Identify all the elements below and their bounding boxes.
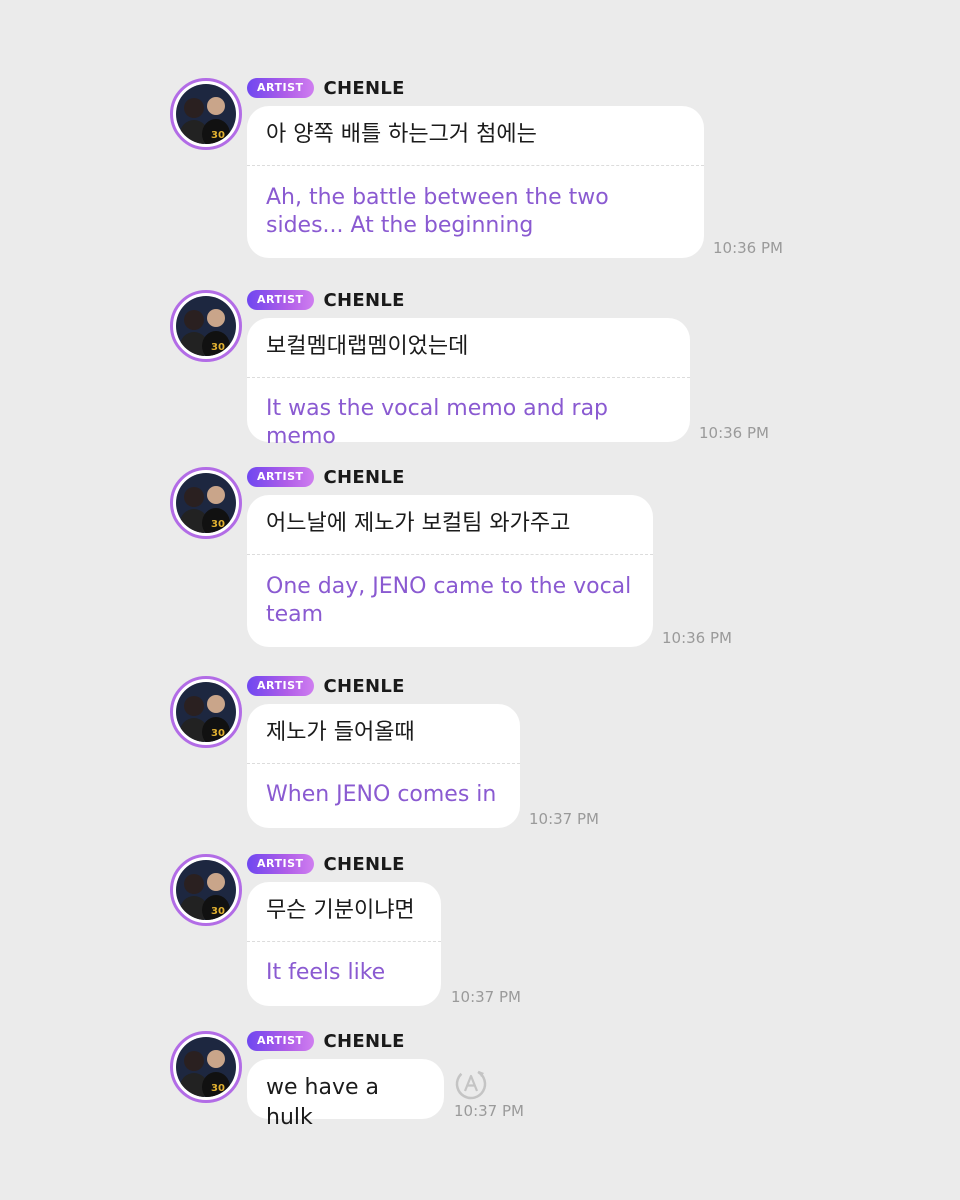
original-text: 아 양쪽 배틀 하는그거 첨에는	[266, 122, 537, 147]
sender-name: CHENLE	[323, 853, 405, 875]
artist-badge: ARTIST	[247, 676, 314, 696]
translated-text: It was the vocal memo and rap memo	[266, 396, 609, 449]
message-header: ARTIST CHENLE	[247, 852, 405, 876]
message-bubble[interactable]: 제노가 들어올때 When JENO comes in	[247, 704, 520, 828]
svg-text:30: 30	[211, 906, 225, 917]
sender-name: CHENLE	[323, 675, 405, 697]
message-header: ARTIST CHENLE	[247, 674, 405, 698]
translated-text: It feels like	[266, 960, 386, 985]
translated-text: One day, JENO came to the vocal team	[266, 574, 632, 627]
artist-badge: ARTIST	[247, 854, 314, 874]
message-header: ARTIST CHENLE	[247, 1029, 405, 1053]
artist-badge: ARTIST	[247, 467, 314, 487]
timestamp: 10:37 PM	[451, 988, 521, 1006]
avatar[interactable]: 30	[170, 676, 242, 748]
timestamp: 10:37 PM	[529, 810, 599, 828]
timestamp: 10:36 PM	[713, 239, 783, 257]
message-bubble[interactable]: 보컬멤대랩멤이었는데 It was the vocal memo and rap…	[247, 318, 690, 449]
avatar[interactable]: 30	[170, 290, 242, 362]
timestamp: 10:36 PM	[699, 424, 769, 442]
message-text: we have a hulk	[266, 1075, 379, 1130]
message-header: ARTIST CHENLE	[247, 288, 405, 312]
message-header: ARTIST CHENLE	[247, 465, 405, 489]
original-text: 무슨 기분이냐면	[266, 898, 415, 923]
svg-text:30: 30	[211, 342, 225, 353]
timestamp: 10:36 PM	[662, 629, 732, 647]
svg-text:30: 30	[211, 1083, 225, 1094]
message-bubble[interactable]: we have a hulk	[247, 1059, 444, 1130]
avatar[interactable]: 30	[170, 1031, 242, 1103]
artist-badge: ARTIST	[247, 290, 314, 310]
sender-name: CHENLE	[323, 466, 405, 488]
avatar[interactable]: 30	[170, 78, 242, 150]
original-text: 어느날에 제노가 보컬팀 와가주고	[266, 511, 571, 536]
avatar[interactable]: 30	[170, 854, 242, 926]
original-text: 보컬멤대랩멤이었는데	[266, 334, 469, 359]
translated-text: When JENO comes in	[266, 782, 497, 807]
message-bubble[interactable]: 아 양쪽 배틀 하는그거 첨에는 Ah, the battle between …	[247, 106, 704, 258]
translate-icon[interactable]	[454, 1067, 488, 1101]
translated-text: Ah, the battle between the two sides... …	[266, 185, 609, 238]
timestamp: 10:37 PM	[454, 1102, 524, 1120]
svg-text:30: 30	[211, 130, 225, 141]
message-header: ARTIST CHENLE	[247, 76, 405, 100]
sender-name: CHENLE	[323, 1030, 405, 1052]
sender-name: CHENLE	[323, 289, 405, 311]
message-bubble[interactable]: 무슨 기분이냐면 It feels like	[247, 882, 441, 1006]
artist-badge: ARTIST	[247, 78, 314, 98]
original-text: 제노가 들어올때	[266, 720, 415, 745]
avatar[interactable]: 30	[170, 467, 242, 539]
sender-name: CHENLE	[323, 77, 405, 99]
message-bubble[interactable]: 어느날에 제노가 보컬팀 와가주고 One day, JENO came to …	[247, 495, 653, 647]
svg-text:30: 30	[211, 519, 225, 530]
svg-text:30: 30	[211, 728, 225, 739]
artist-badge: ARTIST	[247, 1031, 314, 1051]
